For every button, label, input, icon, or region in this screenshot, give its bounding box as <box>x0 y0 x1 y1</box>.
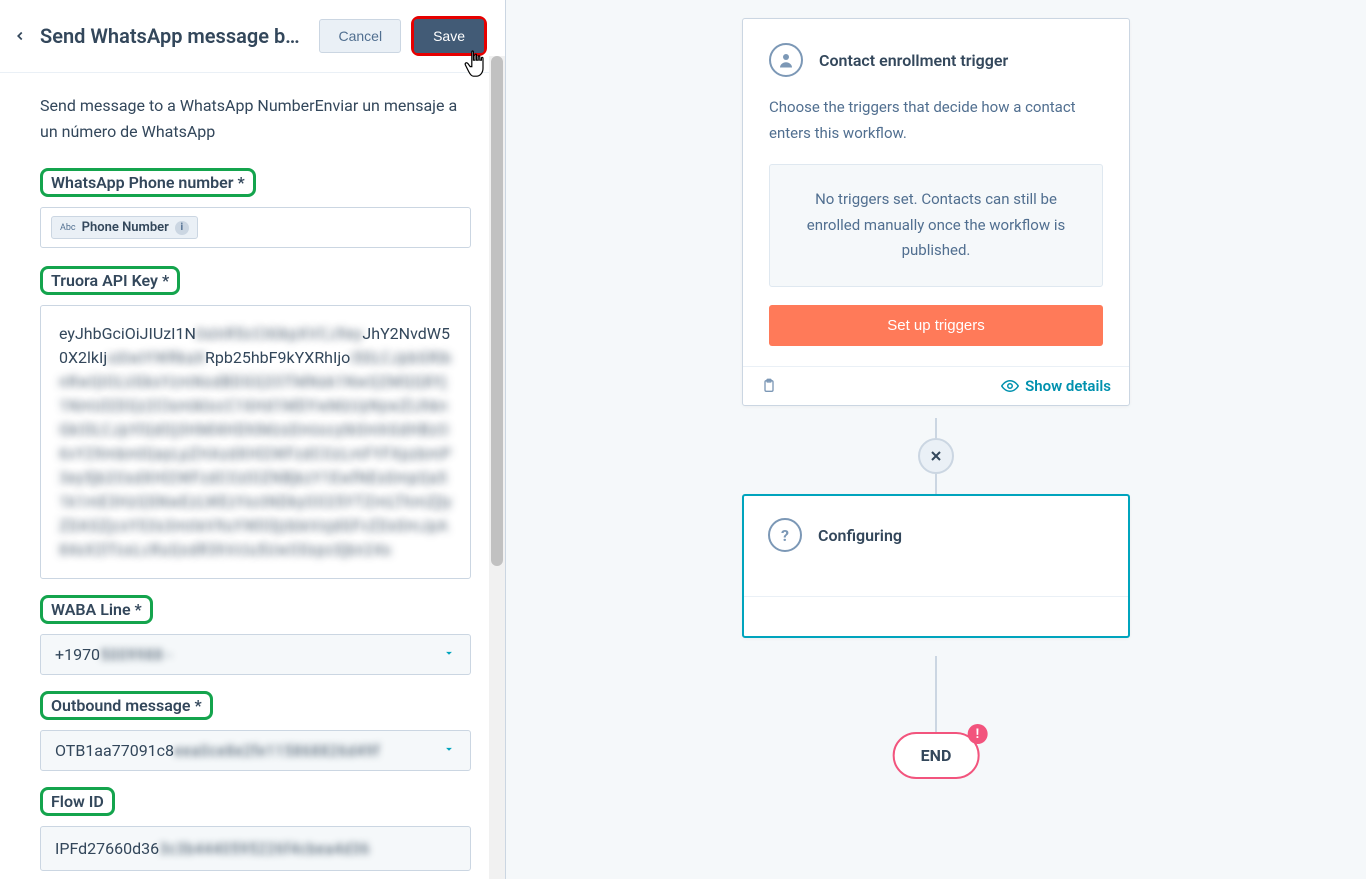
scrollbar-thumb[interactable] <box>491 56 503 566</box>
question-icon: ? <box>768 518 802 552</box>
configuring-card[interactable]: ? Configuring <box>742 494 1130 638</box>
close-panel-node[interactable] <box>918 438 954 474</box>
outbound-label: Outbound message * <box>40 691 213 720</box>
eye-icon <box>1001 377 1019 395</box>
panel-body: Send message to a WhatsApp NumberEnviar … <box>0 73 505 879</box>
connector-line <box>935 418 937 440</box>
api-key-label: Truora API Key * <box>40 266 180 295</box>
phone-token-chip[interactable]: Abc Phone Number i <box>51 216 198 239</box>
chevron-down-icon <box>442 645 456 664</box>
phone-input[interactable]: Abc Phone Number i <box>40 207 471 248</box>
save-highlight: Save <box>411 16 487 56</box>
trigger-footer: Show details <box>743 366 1129 405</box>
contact-icon <box>769 43 803 77</box>
back-icon[interactable] <box>10 26 30 46</box>
chevron-down-icon <box>442 741 456 760</box>
end-node[interactable]: END ! <box>893 732 980 779</box>
trigger-card[interactable]: Contact enrollment trigger Choose the tr… <box>742 18 1130 406</box>
close-icon <box>928 448 944 464</box>
workflow-canvas[interactable]: Contact enrollment trigger Choose the tr… <box>506 0 1366 879</box>
trigger-description: Choose the triggers that decide how a co… <box>769 95 1103 146</box>
configuring-footer <box>744 596 1128 636</box>
phone-label: WhatsApp Phone number * <box>40 168 256 197</box>
config-panel: Send WhatsApp message by Tr… Cancel Save… <box>0 0 506 879</box>
alert-badge: ! <box>967 724 987 744</box>
panel-header: Send WhatsApp message by Tr… Cancel Save <box>0 0 505 73</box>
panel-description: Send message to a WhatsApp NumberEnviar … <box>40 93 471 144</box>
waba-label: WABA Line * <box>40 595 153 624</box>
flow-id-label: Flow ID <box>40 787 115 816</box>
token-label: Phone Number <box>82 220 169 235</box>
panel-title: Send WhatsApp message by Tr… <box>40 24 309 48</box>
save-button[interactable]: Save <box>414 19 484 53</box>
outbound-value: OTB1aa77091c8eea0ce8e2fe115868826d49f <box>55 741 379 760</box>
setup-triggers-button[interactable]: Set up triggers <box>769 305 1103 346</box>
api-key-textarea[interactable]: eyJhbGciOiJIUzI1NiIsInR5cCI6IkpXVCJ9eyJh… <box>40 305 471 579</box>
configuring-title: Configuring <box>818 526 902 545</box>
trigger-title: Contact enrollment trigger <box>819 51 1008 70</box>
connector-line <box>935 656 937 734</box>
connector-line <box>935 474 937 494</box>
trigger-empty-state: No triggers set. Contacts can still be e… <box>769 164 1103 287</box>
clipboard-icon[interactable] <box>761 377 777 395</box>
info-icon: i <box>175 221 189 235</box>
waba-select[interactable]: +19705009988 - <box>40 634 471 675</box>
panel-scrollbar[interactable] <box>489 56 505 879</box>
show-details-link[interactable]: Show details <box>1001 377 1111 395</box>
flow-id-input[interactable]: IPFd27660d363c3b4440595226f4cbea4d36 <box>40 826 471 871</box>
token-type-icon: Abc <box>60 223 76 233</box>
outbound-select[interactable]: OTB1aa77091c8eea0ce8e2fe115868826d49f <box>40 730 471 771</box>
waba-value: +19705009988 - <box>55 645 171 664</box>
cancel-button[interactable]: Cancel <box>319 19 401 53</box>
